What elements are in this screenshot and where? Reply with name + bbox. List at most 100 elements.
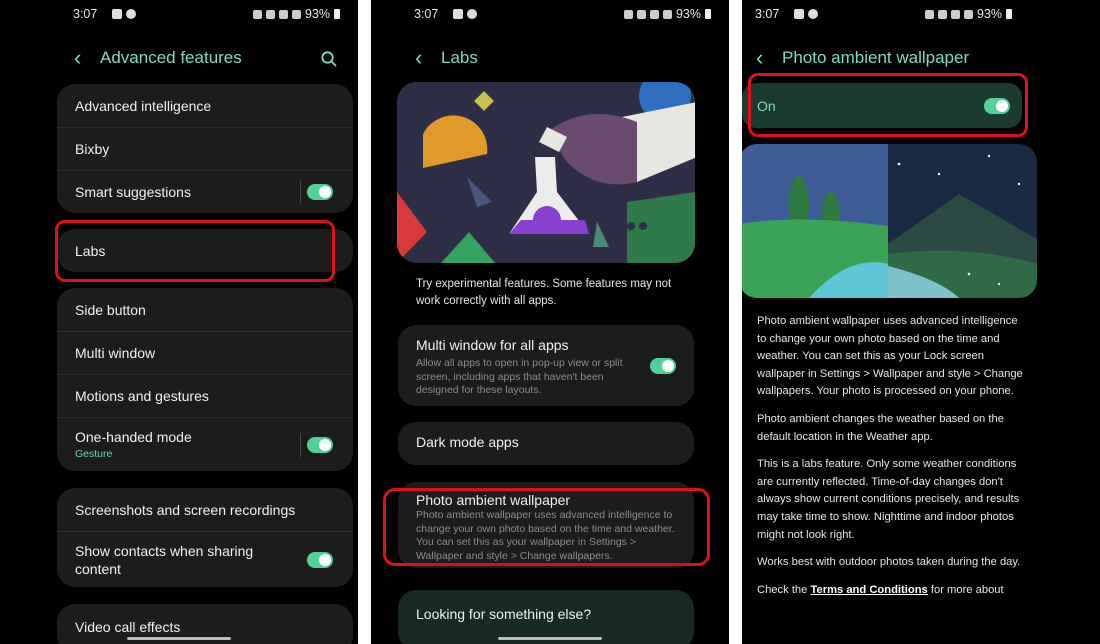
gallery-icon xyxy=(112,9,122,19)
status-bar: 3:07 93% xyxy=(742,6,1100,24)
highlight-box xyxy=(55,220,335,282)
system-icons: 93% xyxy=(924,7,1012,21)
terms-suffix: for more about xyxy=(927,583,1004,596)
settings-group-3: Side button Multi window Motions and ges… xyxy=(57,288,353,471)
battery-icon xyxy=(334,9,340,19)
labs-screen: 3:07 93% ‹ Labs Try experimental feature… xyxy=(371,0,729,644)
setting-label: Motions and gestures xyxy=(75,388,209,404)
status-bar: 3:07 93% xyxy=(371,6,729,24)
dnd-icon xyxy=(808,9,818,19)
terms-line: Check the Terms and Conditions for more … xyxy=(757,582,1023,600)
lab-item-title: Multi window for all apps xyxy=(416,337,569,353)
highlight-box xyxy=(748,73,1028,137)
setting-advanced-intelligence[interactable]: Advanced intelligence xyxy=(57,84,353,127)
notification-icons xyxy=(112,9,136,19)
signal-icon xyxy=(662,9,672,19)
signal-icon xyxy=(963,9,973,19)
status-bar: 3:07 93% xyxy=(0,6,358,24)
setting-screenshots[interactable]: Screenshots and screen recordings xyxy=(57,488,353,531)
smart-suggestions-toggle[interactable] xyxy=(307,184,333,200)
lab-item-dark-mode[interactable]: Dark mode apps xyxy=(398,422,694,465)
terms-prefix: Check the xyxy=(757,583,811,596)
dnd-icon xyxy=(126,9,136,19)
lab-item-desc: Allow all apps to open in pop-up view or… xyxy=(416,357,623,396)
dnd-icon xyxy=(467,9,477,19)
signal-icon xyxy=(291,9,301,19)
description-paragraph: Photo ambient wallpaper uses advanced in… xyxy=(757,315,1023,398)
show-contacts-toggle[interactable] xyxy=(307,551,333,568)
page-title: Labs xyxy=(441,48,478,67)
description-paragraph: Works best with outdoor photos taken dur… xyxy=(757,556,1021,569)
setting-label: Smart suggestions xyxy=(75,184,191,200)
lab-item-multi-window[interactable]: Multi window for all apps Allow all apps… xyxy=(398,325,694,406)
page-title: Advanced features xyxy=(100,48,242,67)
system-icons: 93% xyxy=(623,7,711,21)
back-chevron-icon[interactable]: ‹ xyxy=(74,46,81,70)
back-chevron-icon[interactable]: ‹ xyxy=(756,46,763,70)
setting-motions-gestures[interactable]: Motions and gestures xyxy=(57,374,353,417)
alarm-icon xyxy=(623,9,633,19)
home-indicator[interactable] xyxy=(498,637,602,640)
setting-sublabel: Gesture xyxy=(75,448,113,460)
setting-multi-window[interactable]: Multi window xyxy=(57,331,353,374)
status-time: 3:07 xyxy=(73,7,98,21)
setting-show-contacts[interactable]: Show contacts when sharing content xyxy=(57,531,353,587)
setting-label: Video call effects xyxy=(75,618,181,635)
setting-label: Side button xyxy=(75,301,146,318)
status-time: 3:07 xyxy=(414,7,439,21)
setting-one-handed-mode[interactable]: One-handed mode Gesture xyxy=(57,417,353,471)
screenshot-collage: 3:07 93% ‹ Advanced features Advanced in… xyxy=(0,0,1100,644)
labs-illustration xyxy=(397,82,695,263)
search-icon[interactable] xyxy=(320,50,338,68)
back-chevron-icon[interactable]: ‹ xyxy=(415,46,422,70)
system-icons: 93% xyxy=(252,7,340,21)
top-bar: ‹ Photo ambient wallpaper xyxy=(742,44,1100,74)
bluetooth-icon xyxy=(636,9,646,19)
settings-group-4: Screenshots and screen recordings Show c… xyxy=(57,488,353,587)
setting-label: Show contacts when sharing content xyxy=(75,542,254,577)
page-title: Photo ambient wallpaper xyxy=(782,48,970,67)
setting-bixby[interactable]: Bixby xyxy=(57,127,353,170)
photo-ambient-screen: 3:07 93% ‹ Photo ambient wallpaper On Ph… xyxy=(742,0,1100,644)
setting-side-button[interactable]: Side button xyxy=(57,288,353,331)
lab-item-title: Dark mode apps xyxy=(416,434,519,450)
setting-smart-suggestions[interactable]: Smart suggestions xyxy=(57,170,353,213)
description-body: Photo ambient wallpaper uses advanced in… xyxy=(757,313,1023,609)
terms-link[interactable]: Terms and Conditions xyxy=(810,584,927,596)
battery-percent: 93% xyxy=(976,7,1002,21)
gallery-icon xyxy=(794,9,804,19)
notification-icons xyxy=(453,9,477,19)
bluetooth-icon xyxy=(265,9,275,19)
description-paragraph: This is a labs feature. Only some weathe… xyxy=(757,458,1020,541)
divider xyxy=(300,432,301,457)
alarm-icon xyxy=(924,9,934,19)
top-bar: ‹ Labs xyxy=(371,44,729,74)
setting-label: One-handed mode xyxy=(75,429,192,445)
status-time: 3:07 xyxy=(755,7,780,21)
top-bar: ‹ Advanced features xyxy=(0,44,358,74)
description-paragraph: Photo ambient changes the weather based … xyxy=(757,412,1004,443)
setting-label: Multi window xyxy=(75,345,156,361)
bluetooth-icon xyxy=(937,9,947,19)
wifi-icon xyxy=(950,9,960,19)
one-handed-toggle[interactable] xyxy=(307,436,333,453)
highlight-box xyxy=(383,488,710,566)
settings-group-1: Advanced intelligence Bixby Smart sugges… xyxy=(57,84,353,213)
alarm-icon xyxy=(252,9,262,19)
setting-label: Screenshots and screen recordings xyxy=(75,501,296,518)
wifi-icon xyxy=(278,9,288,19)
photo-ambient-preview-image xyxy=(742,144,1037,298)
advanced-features-screen: 3:07 93% ‹ Advanced features Advanced in… xyxy=(0,0,358,644)
battery-icon xyxy=(1006,9,1012,19)
lab-item-looking-else[interactable]: Looking for something else? xyxy=(398,590,694,644)
home-indicator[interactable] xyxy=(127,637,231,640)
labs-intro-text: Try experimental features. Some features… xyxy=(416,278,672,307)
multi-window-toggle[interactable] xyxy=(650,357,676,374)
notification-icons xyxy=(794,9,818,19)
setting-label: Bixby xyxy=(75,141,110,157)
lab-item-title: Looking for something else? xyxy=(416,606,592,622)
setting-label: Advanced intelligence xyxy=(75,97,212,114)
divider xyxy=(300,180,301,204)
gallery-icon xyxy=(453,9,463,19)
battery-icon xyxy=(705,9,711,19)
